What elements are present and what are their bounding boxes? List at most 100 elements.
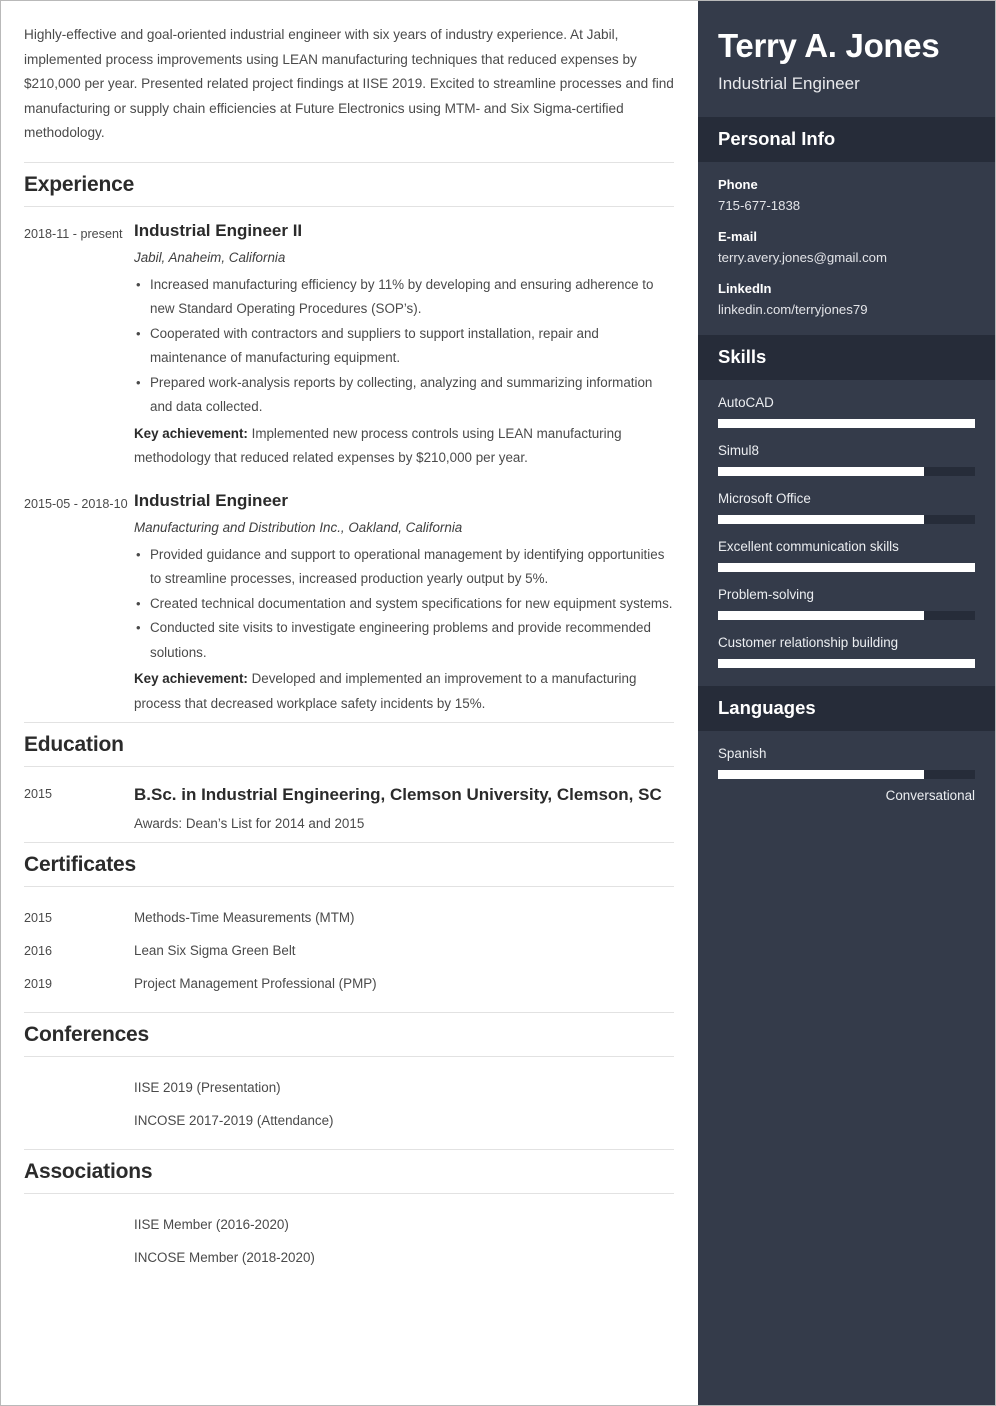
degree-title: B.Sc. in Industrial Engineering, Clemson… <box>134 785 662 804</box>
conferences-section-header: Conferences <box>24 1012 674 1057</box>
skill-label: Microsoft Office <box>718 491 811 506</box>
job-company: Jabil, Anaheim, California <box>134 249 286 265</box>
sidebar-section-title: Languages <box>718 697 816 718</box>
resume-main-column: Highly-effective and goal-oriented indus… <box>1 1 698 1405</box>
contact-label: LinkedIn <box>718 281 772 296</box>
skill-level-fill <box>718 467 924 476</box>
associations-section-header: Associations <box>24 1149 674 1194</box>
list-item: Created technical documentation and syst… <box>136 592 674 617</box>
skill-item: AutoCAD <box>718 393 975 428</box>
list-item: Conducted site visits to investigate eng… <box>136 616 674 665</box>
personal-info-body: Phone 715-677-1838 E-mail terry.avery.jo… <box>698 162 995 335</box>
conferences-list: IISE 2019 (Presentation) INCOSE 2017-201… <box>24 1057 674 1149</box>
skill-item: Simul8 <box>718 441 975 476</box>
section-title: Certificates <box>24 853 136 876</box>
table-row: INCOSE Member (2018-2020) <box>24 1241 674 1274</box>
degree-awards: Awards: Dean’s List for 2014 and 2015 <box>134 816 365 831</box>
list-item: Prepared work-analysis reports by collec… <box>136 371 674 420</box>
job-company: Manufacturing and Distribution Inc., Oak… <box>134 519 463 535</box>
row-name: Lean Six Sigma Green Belt <box>134 943 296 958</box>
row-name: INCOSE Member (2018-2020) <box>134 1250 315 1265</box>
entry-dates: 2015-05 - 2018-10 <box>24 496 128 511</box>
skill-item: Problem-solving <box>718 585 975 620</box>
language-level-label: Conversational <box>885 788 975 803</box>
row-year <box>24 1110 134 1132</box>
skill-level-track <box>718 563 975 572</box>
section-title: Education <box>24 733 124 756</box>
row-year <box>24 1214 134 1236</box>
certificates-list: 2015 Methods-Time Measurements (MTM) 201… <box>24 887 674 1012</box>
skills-header: Skills <box>698 335 995 380</box>
skill-label: Customer relationship building <box>718 635 899 650</box>
certificates-section-header: Certificates <box>24 842 674 887</box>
education-section-header: Education <box>24 722 674 767</box>
skill-level-track <box>718 467 975 476</box>
table-row: 2019 Project Management Professional (PM… <box>24 967 674 1000</box>
row-name: IISE 2019 (Presentation) <box>134 1080 281 1095</box>
skill-item: Microsoft Office <box>718 489 975 524</box>
skill-level-fill <box>718 659 975 668</box>
entry-body: Industrial Engineer Manufacturing and Di… <box>134 489 674 717</box>
skill-level-fill <box>718 515 924 524</box>
job-title: Industrial Engineer <box>134 490 288 510</box>
table-row: 2016 Lean Six Sigma Green Belt <box>24 934 674 967</box>
languages-body: Spanish Conversational <box>698 731 995 823</box>
education-entry: 2015 B.Sc. in Industrial Engineering, Cl… <box>24 767 674 842</box>
section-title: Conferences <box>24 1023 150 1046</box>
key-achievement: Key achievement: Implemented new process… <box>134 422 674 471</box>
contact-label: E-mail <box>718 229 758 244</box>
job-bullets: Provided guidance and support to operati… <box>134 543 674 666</box>
skill-label: AutoCAD <box>718 395 774 410</box>
sidebar-section-title: Skills <box>718 346 767 367</box>
personal-info-header: Personal Info <box>698 117 995 162</box>
row-year <box>24 1077 134 1099</box>
job-role-subtitle: Industrial Engineer <box>718 74 860 93</box>
contact-item-phone: Phone 715-677-1838 <box>718 175 975 215</box>
experience-entry: 2018-11 - present Industrial Engineer II… <box>24 207 674 477</box>
skill-level-track <box>718 419 975 428</box>
conferences-section: Conferences IISE 2019 (Presentation) INC… <box>24 1012 674 1149</box>
entry-dates: 2018-11 - present <box>24 226 123 241</box>
list-item: Increased manufacturing efficiency by 11… <box>136 273 674 322</box>
language-item: Spanish Conversational <box>718 744 975 805</box>
table-row: IISE 2019 (Presentation) <box>24 1071 674 1104</box>
contact-value: linkedin.com/terryjones79 <box>718 302 868 317</box>
language-label: Spanish <box>718 746 767 761</box>
skill-item: Customer relationship building <box>718 633 975 668</box>
entry-body: Industrial Engineer II Jabil, Anaheim, C… <box>134 219 674 471</box>
experience-section: Experience 2018-11 - present Industrial … <box>24 161 674 723</box>
resume-page: Highly-effective and goal-oriented indus… <box>0 0 996 1406</box>
key-achievement: Key achievement: Developed and implement… <box>134 667 674 716</box>
language-level-fill <box>718 770 924 779</box>
section-title: Experience <box>24 172 135 196</box>
education-section: Education 2015 B.Sc. in Industrial Engin… <box>24 722 674 842</box>
entry-dates: 2015 <box>24 787 53 801</box>
key-achievement-label: Key achievement: <box>134 425 248 441</box>
job-bullets: Increased manufacturing efficiency by 11… <box>134 273 674 420</box>
table-row: 2015 Methods-Time Measurements (MTM) <box>24 901 674 934</box>
row-year: 2016 <box>24 944 53 958</box>
skill-label: Problem-solving <box>718 587 815 602</box>
sidebar-section-title: Personal Info <box>718 128 836 149</box>
row-name: Project Management Professional (PMP) <box>134 976 377 991</box>
page-title: Terry A. Jones <box>718 27 940 64</box>
row-name: INCOSE 2017-2019 (Attendance) <box>134 1113 334 1128</box>
section-title: Associations <box>24 1160 153 1183</box>
list-item: Cooperated with contractors and supplier… <box>136 322 674 371</box>
row-name: IISE Member (2016-2020) <box>134 1217 289 1232</box>
resume-sidebar: Terry A. Jones Industrial Engineer Perso… <box>698 1 995 1405</box>
skill-level-fill <box>718 419 975 428</box>
table-row: INCOSE 2017-2019 (Attendance) <box>24 1104 674 1137</box>
row-year <box>24 1247 134 1269</box>
languages-header: Languages <box>698 686 995 731</box>
certificates-section: Certificates 2015 Methods-Time Measureme… <box>24 842 674 1012</box>
row-year: 2019 <box>24 977 53 991</box>
skill-item: Excellent communication skills <box>718 537 975 572</box>
skill-level-fill <box>718 563 975 572</box>
skill-level-track <box>718 611 975 620</box>
skill-label: Excellent communication skills <box>718 539 899 554</box>
contact-label: Phone <box>718 177 758 192</box>
contact-value: terry.avery.jones@gmail.com <box>718 250 887 265</box>
associations-list: IISE Member (2016-2020) INCOSE Member (2… <box>24 1194 674 1274</box>
contact-item-email: E-mail terry.avery.jones@gmail.com <box>718 227 975 267</box>
